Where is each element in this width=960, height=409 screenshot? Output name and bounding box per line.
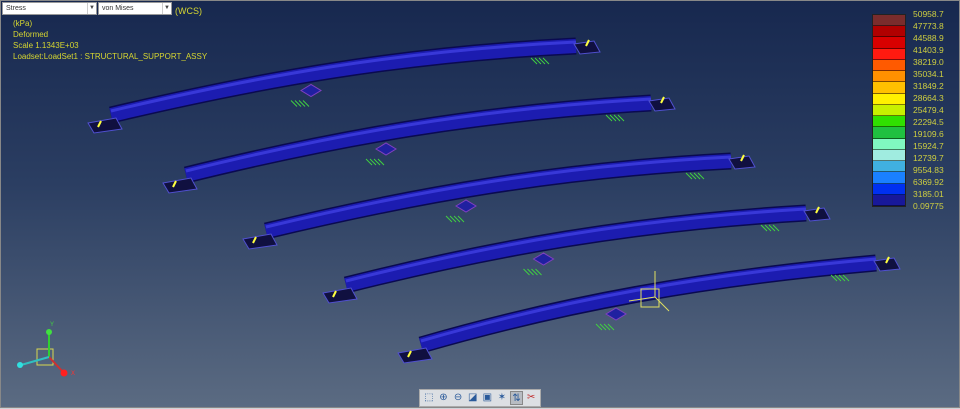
bracket	[300, 83, 322, 98]
triad-z-axis	[20, 356, 50, 366]
triad-x-label: X	[71, 371, 75, 377]
wcs-axis	[654, 296, 670, 312]
bracket	[455, 199, 477, 213]
bracket	[375, 142, 397, 156]
legend-band	[873, 93, 905, 105]
legend-band	[873, 59, 905, 72]
legend-band	[873, 172, 905, 184]
result-type-dropdown[interactable]: Stress ▼	[2, 2, 97, 15]
zoom-fit-icon[interactable]: ⬚	[422, 391, 436, 405]
legend-band	[873, 48, 905, 60]
legend-label: 31849.2	[913, 81, 944, 91]
bracket	[605, 307, 627, 321]
refit-icon[interactable]: ▣	[481, 391, 495, 405]
legend-label: 25479.4	[913, 105, 944, 115]
zoom-out-icon[interactable]: ⊖	[451, 391, 465, 405]
graphics-viewport[interactable]: YX Stress ▼ von Mises ▼ (WCS) (kPa) Deform…	[0, 0, 960, 408]
chevron-down-icon: ▼	[162, 3, 171, 14]
triad-x-ball	[60, 369, 68, 377]
legend-band	[873, 149, 905, 162]
legend-label: 35034.1	[913, 69, 944, 79]
zoom-in-icon[interactable]: ⊕	[437, 391, 451, 405]
color-legend	[872, 14, 906, 207]
triad-y-label: Y	[50, 322, 54, 328]
legend-band	[873, 194, 905, 206]
view-plane-icon[interactable]: ◪	[466, 391, 480, 405]
legend-label: 28664.3	[913, 93, 944, 103]
triad-y-ball	[46, 329, 52, 335]
foot-plate	[397, 347, 433, 364]
legend-label: 50958.7	[913, 9, 944, 19]
beam	[419, 256, 877, 352]
units-label: (kPa)	[13, 19, 33, 28]
legend-label: 38219.0	[913, 57, 944, 67]
model-view: YX	[17, 37, 901, 377]
foot-plate	[322, 287, 358, 304]
loadset-label: Loadset:LoadSet1 : STRUCTURAL_SUPPORT_AS…	[13, 52, 208, 61]
state-label: Deformed	[13, 30, 49, 39]
legend-band	[873, 127, 905, 139]
result-type-value: Stress	[6, 5, 26, 12]
legend-label: 47773.8	[913, 21, 944, 31]
spin-icon[interactable]: ✶	[495, 391, 509, 405]
legend-band	[873, 71, 905, 83]
legend-labels: 50958.7 47773.8 44588.9 41403.9 38219.0 35034…	[913, 8, 944, 212]
legend-band	[873, 183, 905, 195]
legend-label: 22294.5	[913, 117, 944, 127]
foot-plate	[162, 177, 198, 194]
legend-label: 12739.7	[913, 153, 944, 163]
coord-system-label: (WCS)	[175, 6, 202, 16]
legend-label: 6369.92	[913, 177, 944, 187]
bracket	[532, 252, 555, 266]
orient-icon[interactable]: ⇅	[509, 391, 524, 405]
legend-band	[873, 161, 905, 173]
legend-band	[873, 37, 905, 49]
legend-band	[873, 104, 905, 117]
view-toolbar: ⬚ ⊕ ⊖ ◪ ▣ ✶ ⇅ ✂	[419, 389, 541, 407]
legend-label: 9554.83	[913, 165, 944, 175]
legend-band	[873, 15, 905, 27]
beam	[184, 96, 652, 182]
triad-cube	[36, 348, 54, 366]
legend-band	[873, 26, 905, 38]
component-dropdown[interactable]: von Mises ▼	[98, 2, 172, 15]
legend-label: 44588.9	[913, 33, 944, 43]
legend-label: 3185.01	[913, 189, 944, 199]
legend-label: 15924.7	[913, 141, 944, 151]
component-value: von Mises	[102, 5, 134, 12]
legend-label: 19109.6	[913, 129, 944, 139]
legend-band	[873, 82, 905, 94]
triad-z-ball	[17, 362, 23, 368]
chevron-down-icon: ▼	[87, 3, 96, 14]
legend-label: 0.09775	[913, 201, 944, 211]
foot-plate	[242, 233, 278, 250]
legend-band	[873, 116, 905, 128]
legend-band	[873, 138, 905, 150]
legend-label: 41403.9	[913, 45, 944, 55]
foot-plate	[87, 117, 123, 134]
scale-label: Scale 1.1343E+03	[13, 41, 79, 50]
pan-icon[interactable]: ✂	[524, 391, 538, 405]
